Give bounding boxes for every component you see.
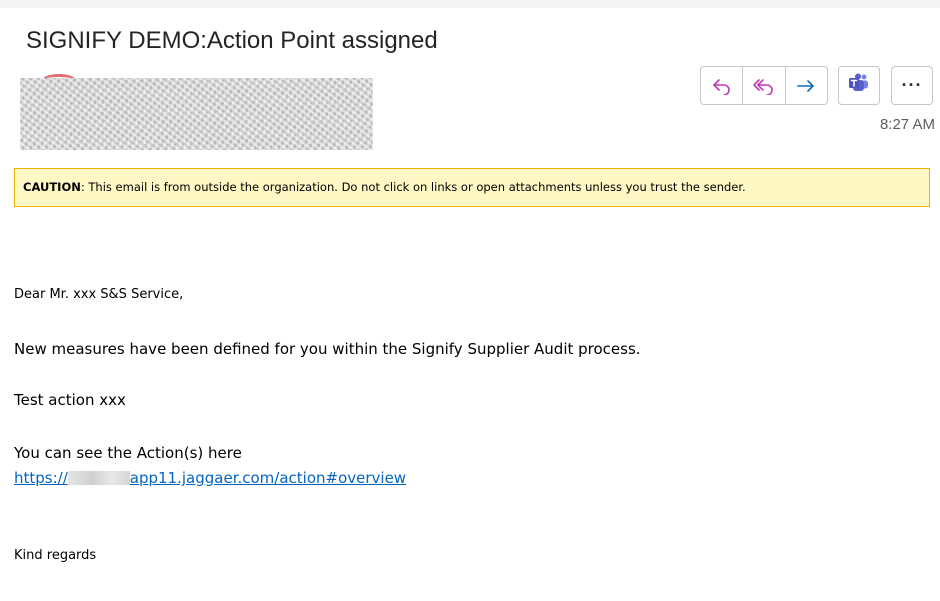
email-timestamp: 8:27 AM (879, 116, 935, 133)
reply-all-icon (753, 77, 775, 95)
email-paragraph-action: Test action xxx (14, 391, 126, 409)
reply-all-button[interactable] (743, 67, 786, 104)
forward-button[interactable] (786, 67, 827, 104)
more-actions-button[interactable]: ··· (891, 66, 933, 105)
link-redacted-segment (67, 471, 130, 485)
action-overview-link[interactable]: https:// app11.jaggaer.com/action#overvie… (14, 469, 406, 487)
reply-icon (712, 77, 732, 95)
email-closing: Kind regards (14, 548, 97, 563)
caution-label: CAUTION (23, 180, 81, 194)
email-greeting: Dear Mr. xxx S&S Service, (14, 287, 184, 302)
email-paragraph-see-actions: You can see the Action(s) here (14, 444, 242, 462)
link-suffix: app11.jaggaer.com/action#overview (129, 469, 407, 487)
link-prefix: https:// (14, 469, 68, 487)
teams-button[interactable] (838, 66, 880, 105)
top-strip (0, 0, 940, 8)
reply-button[interactable] (701, 67, 744, 104)
action-link-line: https:// app11.jaggaer.com/action#overvie… (14, 469, 406, 487)
reply-actions-group (700, 66, 828, 105)
forward-icon (796, 77, 816, 95)
more-icon: ··· (901, 75, 923, 95)
email-paragraph-measures: New measures have been defined for you w… (14, 340, 641, 358)
teams-icon (848, 73, 870, 98)
caution-text: : This email is from outside the organiz… (80, 180, 746, 194)
sender-info-redacted (20, 78, 373, 150)
caution-banner: CAUTION: This email is from outside the … (14, 168, 930, 207)
email-subject: SIGNIFY DEMO:Action Point assigned (26, 27, 438, 54)
